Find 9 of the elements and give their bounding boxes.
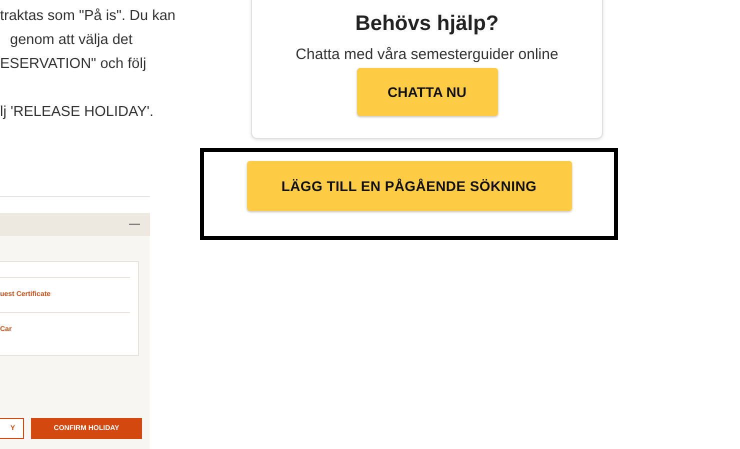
article-text: ESERVATION" och följ xyxy=(0,55,148,74)
collapse-symbol[interactable]: — xyxy=(129,219,140,230)
article-text: lj 'RELEASE HOLIDAY'. xyxy=(0,103,155,122)
chat-button[interactable]: CHATTA NU xyxy=(356,68,498,116)
article-text: traktas som "På is". Du kan xyxy=(0,7,176,26)
help-subtitle: Chatta med våra semesterguider online xyxy=(296,46,558,64)
add-search-button[interactable]: LÄGG TILL EN PÅGÅENDE SÖKNING xyxy=(246,161,572,211)
help-title: Behövs hjälp? xyxy=(355,11,499,37)
article-text: genom att välja det xyxy=(9,31,134,50)
